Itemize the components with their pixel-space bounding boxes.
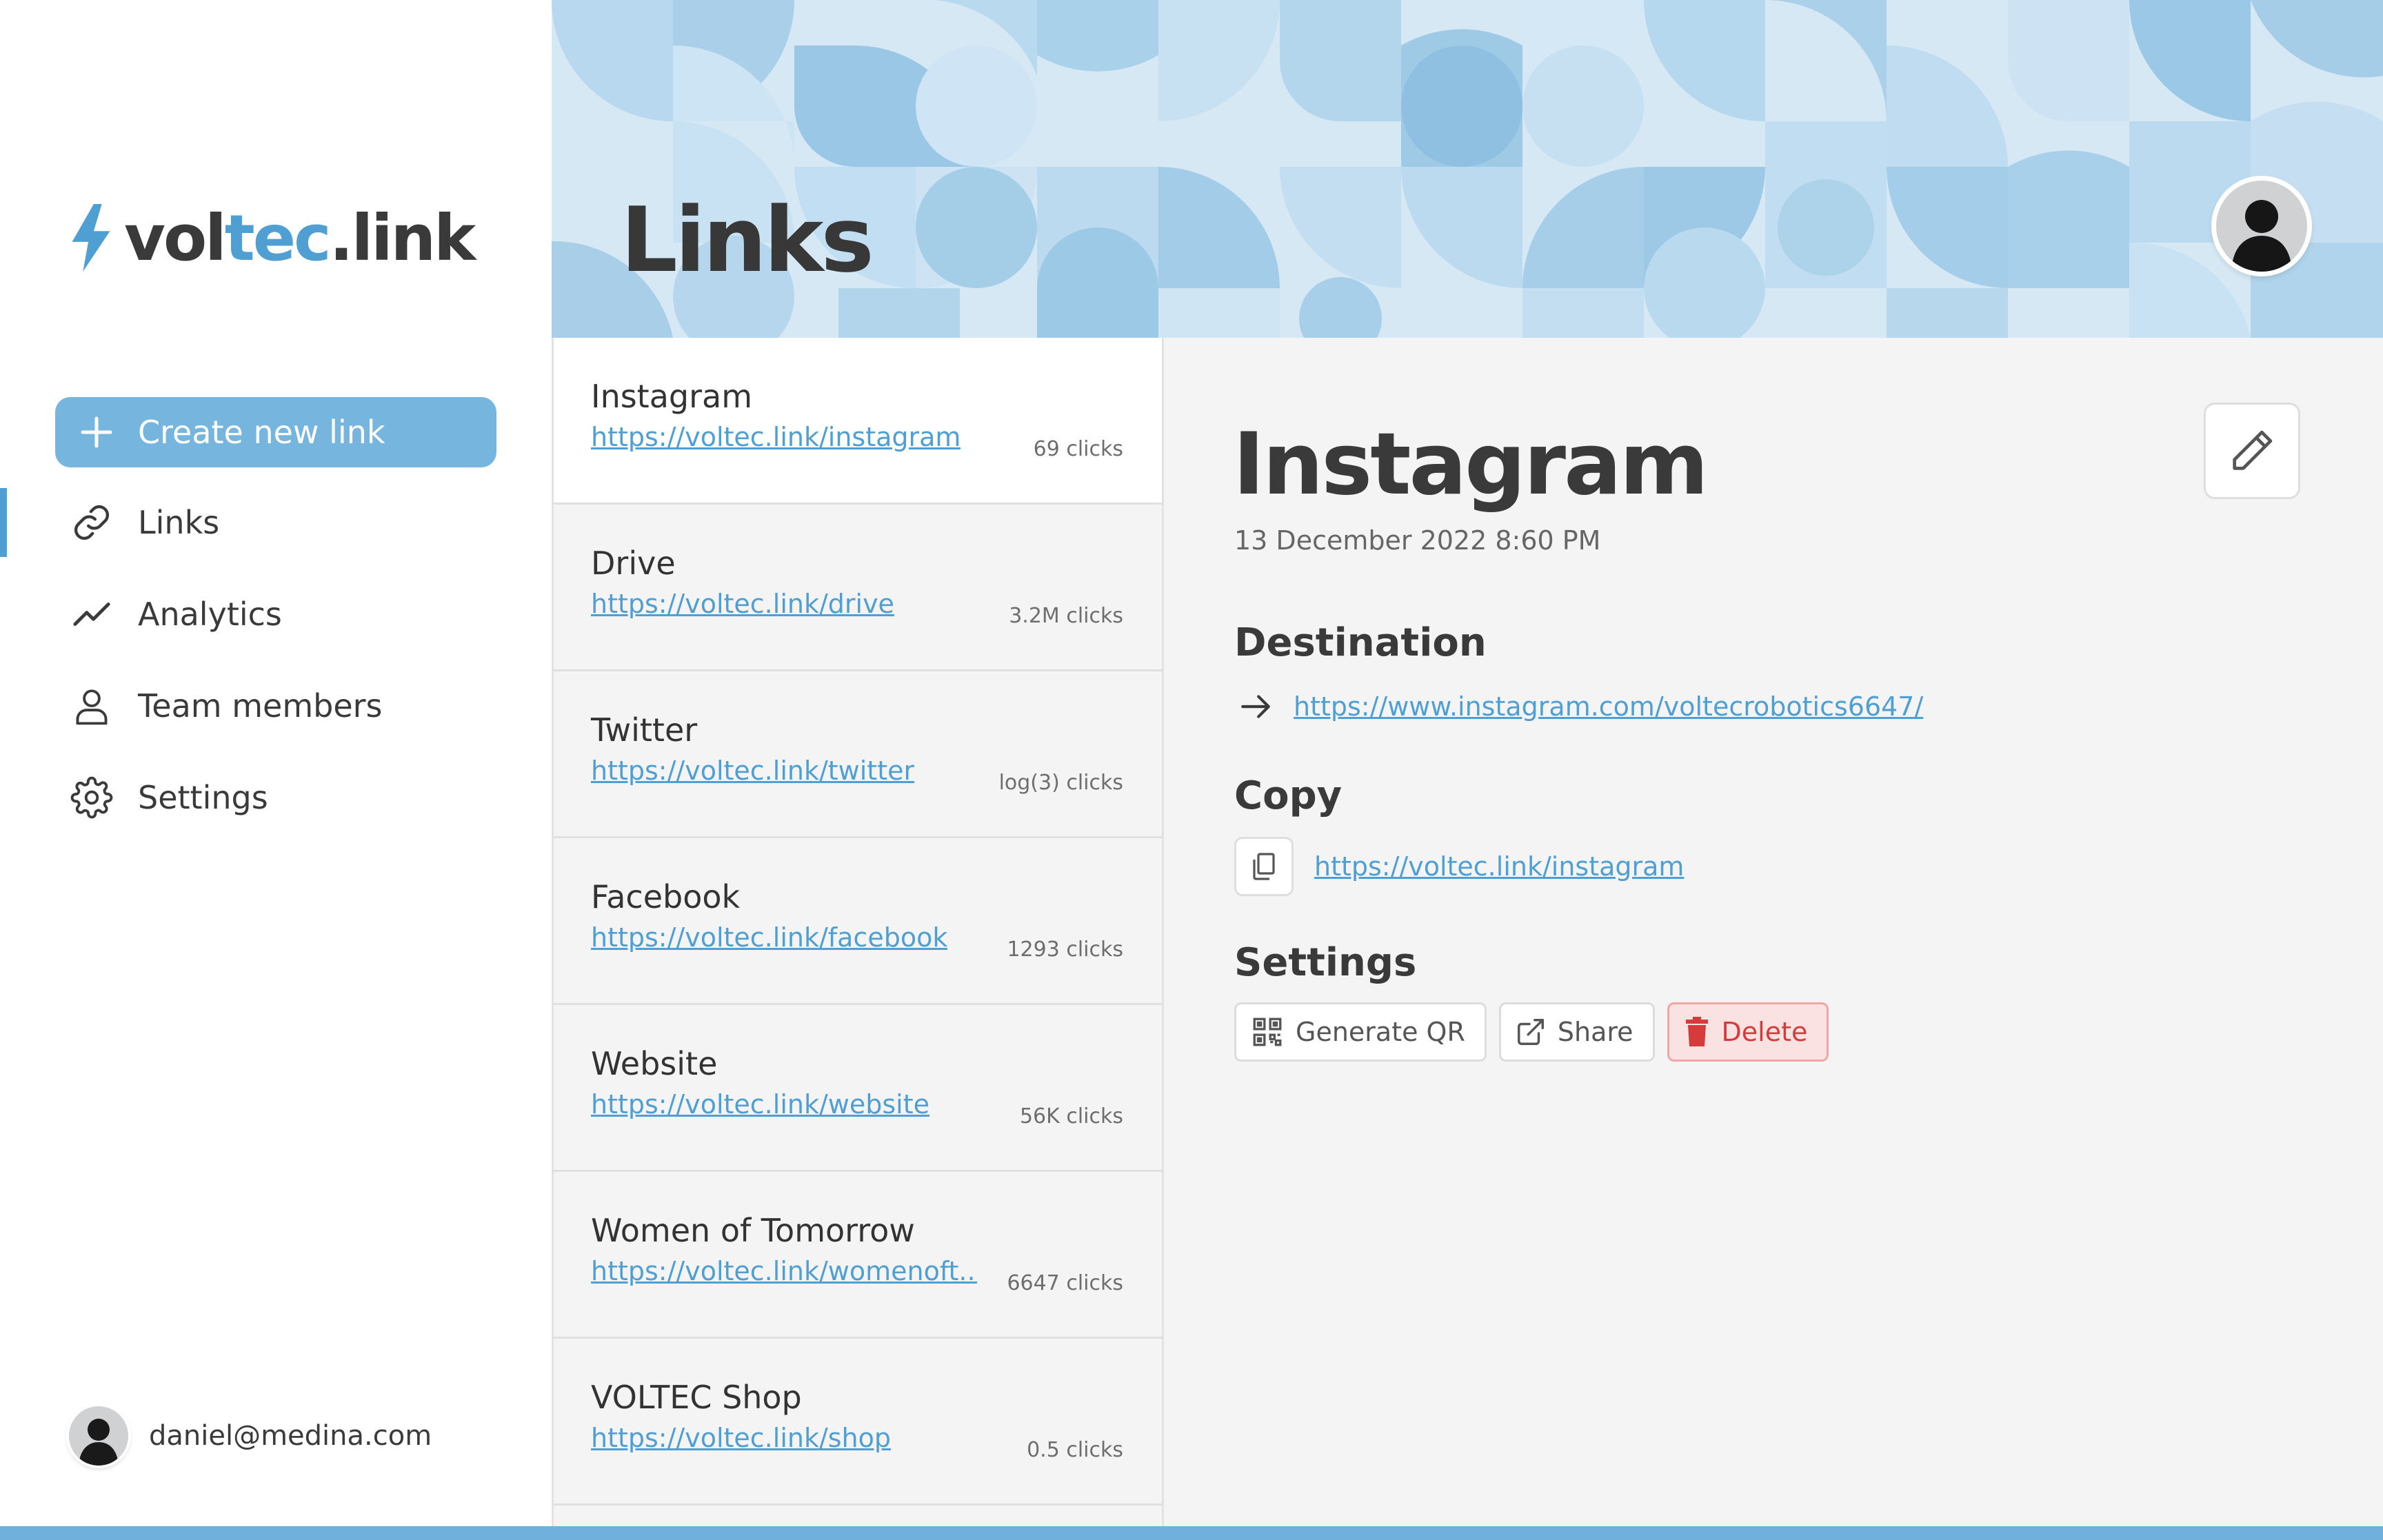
link-clicks: 56K clicks xyxy=(1019,1104,1123,1128)
link-title: Website xyxy=(591,1045,718,1082)
share-button[interactable]: Share xyxy=(1498,1002,1655,1062)
external-link-icon xyxy=(1515,1016,1547,1048)
link-clicks: 0.5 clicks xyxy=(1027,1438,1123,1462)
settings-actions: Generate QR Share Delete xyxy=(1234,1002,1841,1062)
sidebar-item-label: Settings xyxy=(138,779,268,816)
delete-button[interactable]: Delete xyxy=(1667,1002,1829,1062)
list-item[interactable]: Website https://voltec.link/website 56K … xyxy=(554,1005,1162,1172)
destination-row: https://www.instagram.com/voltecrobotics… xyxy=(1238,689,1923,724)
link-title: VOLTEC Shop xyxy=(591,1379,802,1416)
brand-name: voltec.link xyxy=(124,201,476,275)
link-url[interactable]: https://voltec.link/drive xyxy=(591,589,894,619)
trend-icon xyxy=(70,593,113,636)
generate-qr-label: Generate QR xyxy=(1296,1017,1465,1047)
link-clicks: 1293 clicks xyxy=(1007,938,1123,962)
share-label: Share xyxy=(1557,1017,1633,1047)
list-item[interactable]: Facebook https://voltec.link/facebook 12… xyxy=(554,838,1162,1005)
link-title: Drive xyxy=(591,545,676,582)
link-clicks: log(3) clicks xyxy=(998,771,1123,795)
list-item[interactable]: Drive https://voltec.link/drive 3.2M cli… xyxy=(554,505,1162,671)
page-header: Links xyxy=(552,0,2383,338)
link-clicks: 3.2M clicks xyxy=(1009,604,1123,628)
link-title: Women of Tomorrow xyxy=(591,1212,915,1249)
destination-link[interactable]: https://www.instagram.com/voltecrobotics… xyxy=(1294,691,1923,722)
sidebar-item-settings[interactable]: Settings xyxy=(0,763,552,832)
bottom-accent-bar xyxy=(0,1526,2383,1540)
sidebar-item-label: Analytics xyxy=(138,596,282,633)
page-title: Links xyxy=(621,188,874,292)
pencil-icon xyxy=(2226,425,2278,477)
sidebar-item-analytics[interactable]: Analytics xyxy=(0,580,552,649)
list-item[interactable]: Twitter https://voltec.link/twitter log(… xyxy=(554,671,1162,838)
copy-heading: Copy xyxy=(1234,773,1343,818)
link-url[interactable]: https://voltec.link/shop xyxy=(591,1423,891,1453)
list-item[interactable]: Women of Tomorrow https://voltec.link/wo… xyxy=(554,1172,1162,1339)
sidebar-item-links[interactable]: Links xyxy=(0,488,552,557)
settings-heading: Settings xyxy=(1234,940,1417,985)
link-clicks: 6647 clicks xyxy=(1007,1271,1123,1295)
user-email: daniel@medina.com xyxy=(149,1420,432,1452)
links-list: Instagram https://voltec.link/instagram … xyxy=(552,338,1164,1526)
current-user[interactable]: daniel@medina.com xyxy=(69,1406,432,1466)
list-item[interactable]: VOLTEC Shop https://voltec.link/shop 0.5… xyxy=(554,1339,1162,1506)
bolt-icon xyxy=(72,204,110,272)
create-new-link-button[interactable]: Create new link xyxy=(55,397,496,467)
plus-icon xyxy=(55,415,138,449)
link-title: Twitter xyxy=(591,711,698,749)
avatar xyxy=(69,1406,128,1466)
arrow-right-icon xyxy=(1238,689,1273,724)
short-link[interactable]: https://voltec.link/instagram xyxy=(1314,851,1684,882)
link-url[interactable]: https://voltec.link/twitter xyxy=(591,756,914,786)
sidebar: voltec.link Create new link Links Analyt… xyxy=(0,0,552,1526)
edit-button[interactable] xyxy=(2204,403,2300,499)
link-icon xyxy=(70,501,113,544)
copy-button[interactable] xyxy=(1234,837,1294,896)
link-url[interactable]: https://voltec.link/facebook xyxy=(591,922,947,953)
link-title: Instagram xyxy=(591,378,753,415)
detail-title: Instagram xyxy=(1233,415,1709,514)
link-clicks: 69 clicks xyxy=(1033,437,1123,461)
trash-icon xyxy=(1683,1017,1711,1047)
copy-icon xyxy=(1247,850,1280,883)
brand-logo[interactable]: voltec.link xyxy=(66,200,476,276)
list-item[interactable]: Instagram https://voltec.link/instagram … xyxy=(554,338,1162,505)
delete-label: Delete xyxy=(1721,1017,1808,1047)
link-url[interactable]: https://voltec.link/womenoft... xyxy=(591,1256,977,1286)
sidebar-item-label: Links xyxy=(138,504,220,541)
gear-icon xyxy=(70,776,113,819)
create-new-link-label: Create new link xyxy=(138,414,385,451)
link-url[interactable]: https://voltec.link/instagram xyxy=(591,422,961,452)
copy-row: https://voltec.link/instagram xyxy=(1234,837,1684,896)
sidebar-item-label: Team members xyxy=(138,687,383,725)
active-indicator xyxy=(0,488,7,557)
detail-date: 13 December 2022 8:60 PM xyxy=(1234,525,1601,556)
qr-code-icon xyxy=(1250,1015,1285,1049)
link-detail-panel: Instagram 13 December 2022 8:60 PM Desti… xyxy=(1164,338,2383,1526)
generate-qr-button[interactable]: Generate QR xyxy=(1234,1002,1487,1062)
destination-heading: Destination xyxy=(1234,620,1487,665)
sidebar-item-team-members[interactable]: Team members xyxy=(0,671,552,740)
profile-avatar[interactable] xyxy=(2216,181,2307,272)
user-icon xyxy=(70,685,113,727)
link-title: Facebook xyxy=(591,878,741,915)
link-url[interactable]: https://voltec.link/website xyxy=(591,1089,929,1119)
